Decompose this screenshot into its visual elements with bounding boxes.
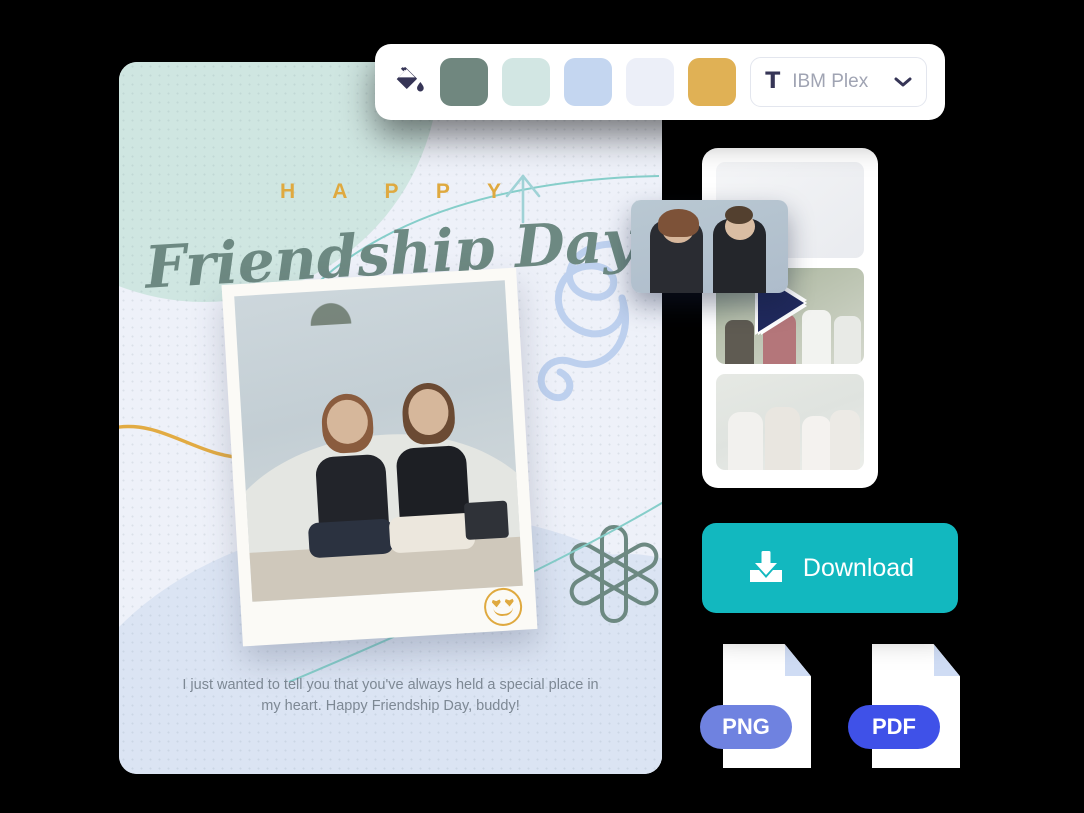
dragged-photo-thumbnail[interactable] — [631, 200, 788, 293]
swatch-gold[interactable] — [688, 58, 737, 106]
swatch-sage-green[interactable] — [440, 58, 489, 106]
download-button[interactable]: Download — [702, 523, 958, 613]
eyebrow-text: H A P P Y — [280, 180, 517, 203]
polaroid-photo — [234, 280, 523, 602]
card-caption: I just wanted to tell you that you've al… — [182, 676, 599, 715]
design-canvas[interactable]: H A P P Y Friendship Day I just wanted t… — [119, 62, 662, 774]
app-stage: H A P P Y Friendship Day I just wanted t… — [0, 0, 1084, 813]
download-tray-icon — [749, 551, 782, 582]
page-fold-corner — [785, 644, 811, 676]
camera-prop — [463, 500, 510, 541]
font-name-value: IBM Plex — [792, 71, 869, 92]
pdf-format-label: PDF — [872, 714, 916, 739]
png-format-label: PNG — [722, 714, 770, 739]
png-format-badge[interactable]: PNG — [700, 705, 792, 749]
plant-decor — [293, 285, 367, 327]
text-format-icon: T — [765, 69, 781, 94]
swatch-light-blue[interactable] — [564, 58, 613, 106]
polaroid-photo-frame[interactable] — [221, 267, 538, 647]
download-button-label: Download — [802, 553, 915, 582]
swatch-off-white[interactable] — [626, 58, 675, 106]
page-fold-corner — [934, 644, 960, 676]
thumbnail-friends-hug[interactable] — [716, 374, 864, 470]
smiling-face-with-hearts-icon — [483, 586, 524, 628]
chevron-down-icon[interactable] — [894, 76, 912, 88]
style-toolbar: T IBM Plex — [375, 44, 945, 120]
paint-bucket-icon[interactable] — [393, 62, 426, 102]
swatch-pale-mint[interactable] — [502, 58, 551, 106]
font-family-select[interactable]: T IBM Plex — [750, 57, 927, 107]
pdf-format-badge[interactable]: PDF — [848, 705, 940, 749]
